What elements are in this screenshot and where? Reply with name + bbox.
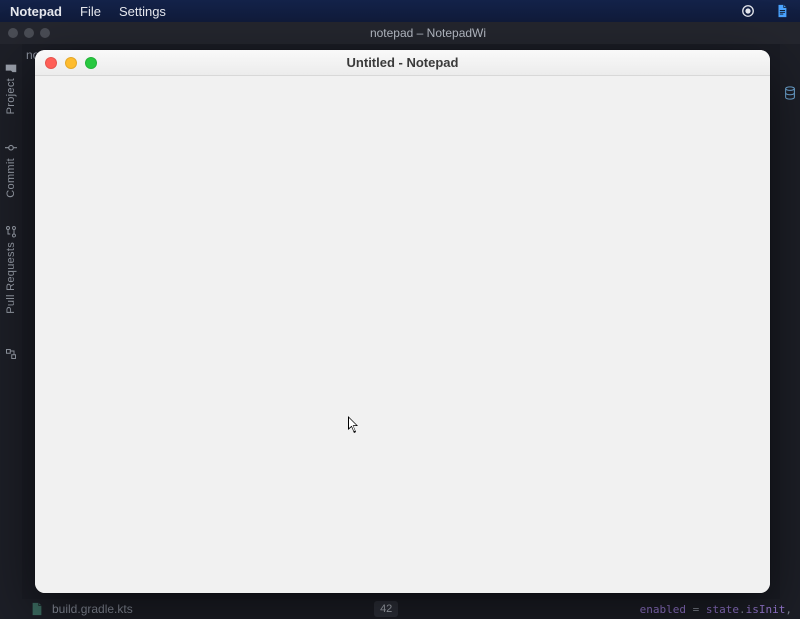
statusbar-file-name[interactable]: build.gradle.kts	[52, 602, 133, 616]
system-menubar: Notepad File Settings	[0, 0, 800, 22]
notepad-window[interactable]: Untitled - Notepad	[35, 50, 770, 593]
gradle-file-icon	[30, 602, 44, 616]
toolwindow-tab-commit[interactable]: Commit	[5, 142, 17, 198]
toolwindow-tab-project[interactable]: Project	[5, 62, 17, 114]
ide-statusbar: build.gradle.kts 42 enabled = state.isIn…	[22, 599, 800, 619]
document-icon[interactable]	[774, 3, 790, 19]
notepad-titlebar[interactable]: Untitled - Notepad	[35, 50, 770, 76]
notepad-text-area[interactable]	[35, 76, 770, 593]
ide-window-title: notepad – NotepadWi	[64, 26, 792, 40]
close-button[interactable]	[45, 57, 57, 69]
menubar-item-settings[interactable]: Settings	[119, 4, 166, 19]
minimize-button[interactable]	[65, 57, 77, 69]
ide-left-toolwindow-bar: Project Commit Pull Requests	[0, 44, 22, 619]
pull-request-icon	[5, 226, 17, 238]
folder-icon	[5, 62, 17, 74]
commit-icon	[5, 142, 17, 154]
structure-icon[interactable]	[5, 348, 17, 360]
record-icon[interactable]	[740, 3, 756, 19]
toolwindow-label: Pull Requests	[5, 242, 17, 314]
ide-right-toolwindow-bar	[780, 44, 800, 619]
toolwindow-tab-pull-requests[interactable]: Pull Requests	[5, 226, 17, 314]
zoom-button[interactable]	[85, 57, 97, 69]
statusbar-code-fragment: enabled = state.isInit,	[640, 603, 792, 616]
menubar-item-file[interactable]: File	[80, 4, 101, 19]
notepad-window-title: Untitled - Notepad	[35, 55, 770, 70]
menubar-app-name[interactable]: Notepad	[10, 4, 62, 19]
ide-titlebar: notepad – NotepadWi	[0, 22, 800, 44]
ide-traffic-lights[interactable]	[8, 28, 50, 38]
window-traffic-lights	[35, 57, 97, 69]
toolwindow-label: Project	[5, 78, 17, 114]
database-icon[interactable]	[783, 86, 797, 105]
statusbar-line-badge[interactable]: 42	[374, 601, 398, 617]
toolwindow-label: Commit	[5, 158, 17, 198]
